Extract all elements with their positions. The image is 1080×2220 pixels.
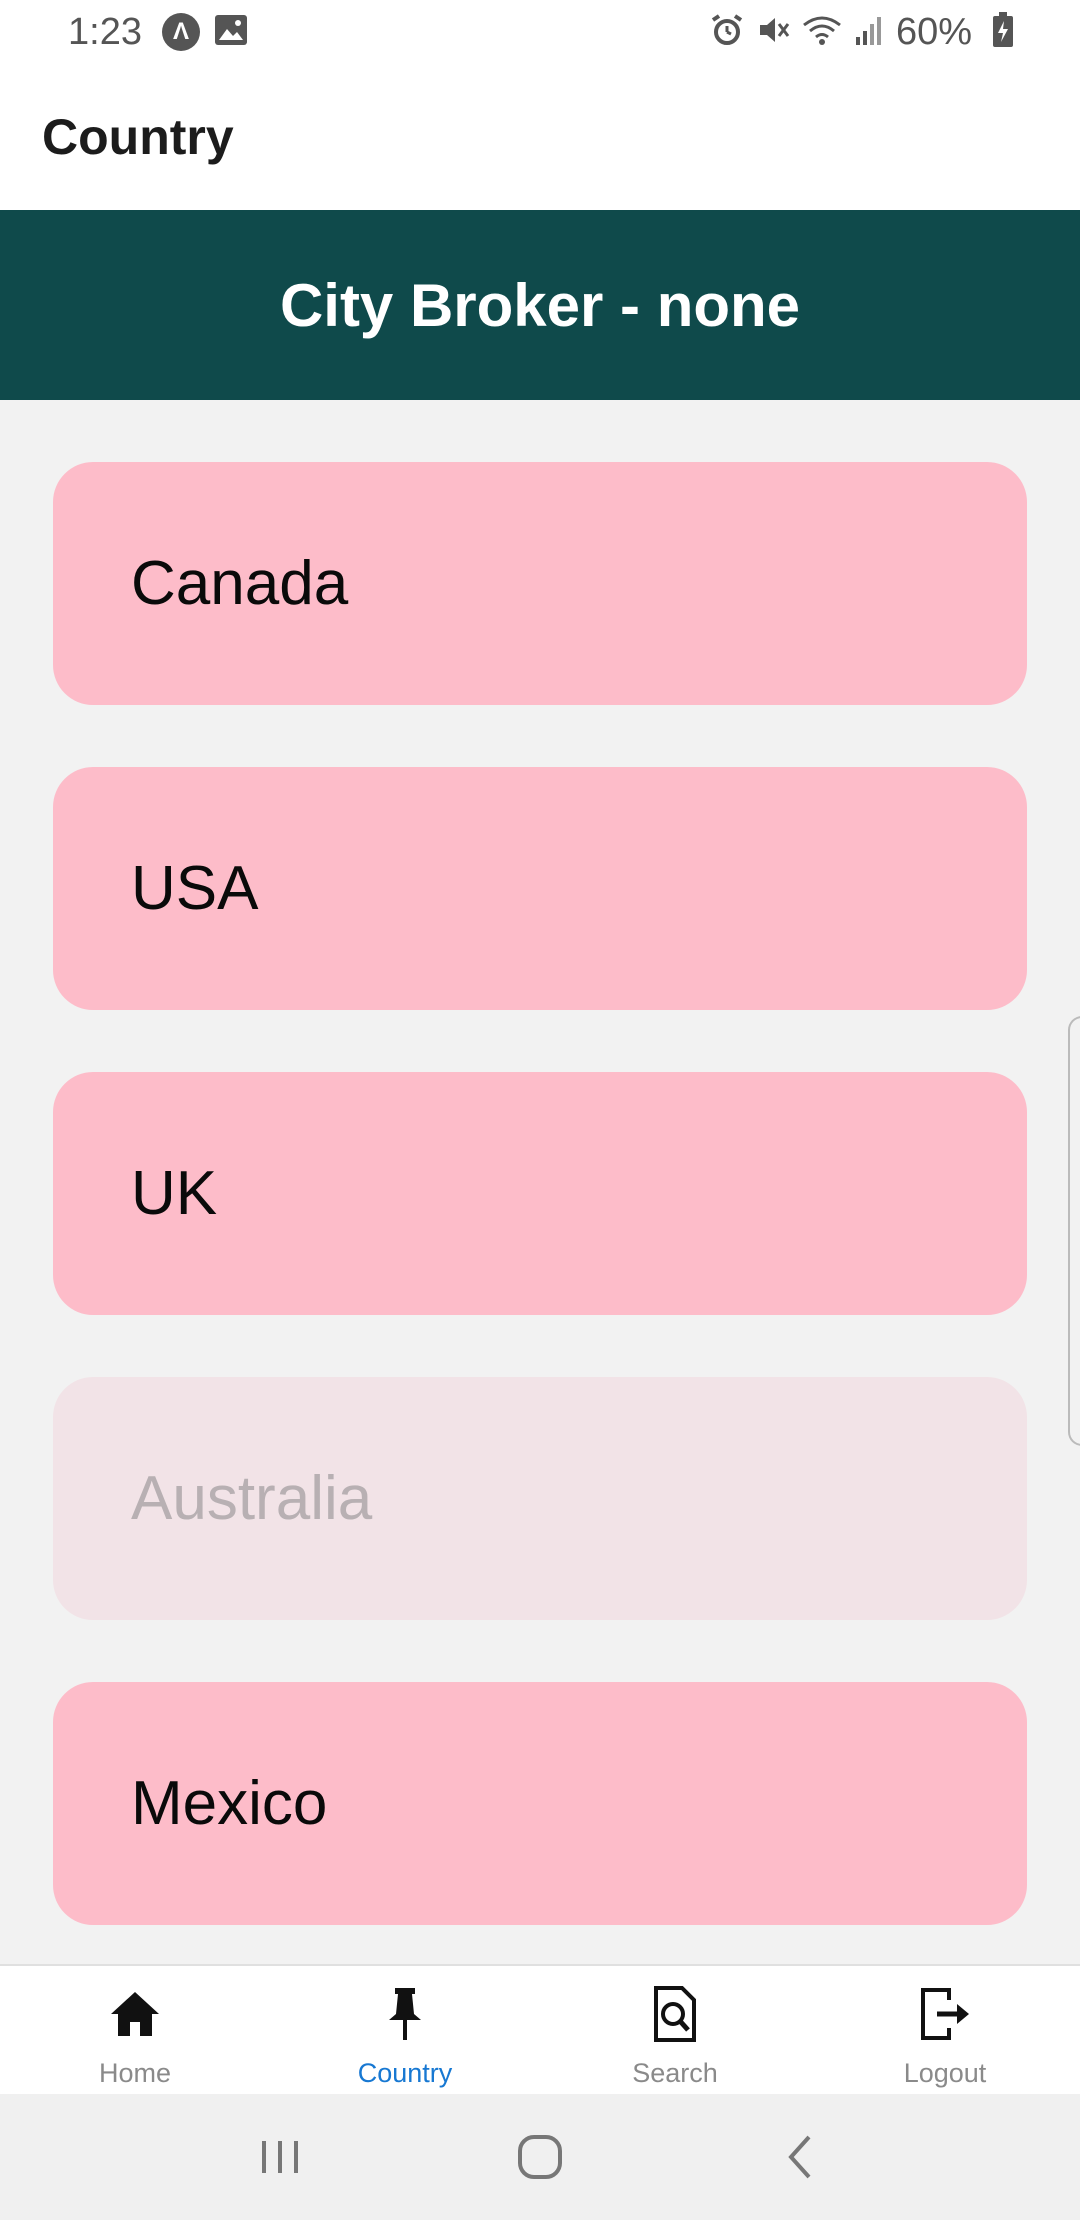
bottom-tab-bar: Home Country Search Logout bbox=[0, 1964, 1080, 2094]
system-nav-bar bbox=[0, 2094, 1080, 2220]
status-right: 60% bbox=[698, 10, 1014, 54]
image-notification-icon bbox=[214, 14, 248, 51]
country-card-uk[interactable]: UK bbox=[53, 1072, 1027, 1315]
country-name: Mexico bbox=[131, 1769, 328, 1838]
signal-icon bbox=[842, 13, 884, 52]
tab-label: Logout bbox=[903, 2058, 987, 2088]
tab-label: Search bbox=[632, 2058, 718, 2088]
battery-charging-icon bbox=[980, 11, 1014, 53]
page-title: Country bbox=[42, 109, 234, 165]
app-notification-icon: Λ bbox=[161, 13, 200, 51]
status-left: 1:23 Λ bbox=[68, 10, 248, 54]
home-icon bbox=[109, 1984, 161, 2044]
wifi-icon bbox=[790, 13, 842, 52]
country-card-usa[interactable]: USA bbox=[53, 767, 1027, 1010]
back-button[interactable] bbox=[760, 2117, 840, 2197]
home-circle-icon bbox=[518, 2135, 562, 2179]
tab-label: Home bbox=[98, 2058, 172, 2088]
app-header: Country bbox=[0, 64, 1080, 210]
country-card-canada[interactable]: Canada bbox=[53, 462, 1027, 705]
banner-title: City Broker - none bbox=[279, 271, 801, 339]
home-button[interactable] bbox=[500, 2117, 580, 2197]
country-name: Australia bbox=[131, 1464, 373, 1533]
tab-search[interactable]: Search bbox=[540, 1966, 810, 2094]
edge-panel-handle[interactable] bbox=[1068, 1016, 1080, 1446]
status-bar: 1:23 Λ 60% bbox=[0, 0, 1080, 64]
alarm-icon bbox=[698, 13, 744, 52]
country-list: Canada USA UK Australia Mexico bbox=[53, 462, 1027, 1987]
tab-logout[interactable]: Logout bbox=[810, 1966, 1080, 2094]
mute-icon bbox=[744, 13, 790, 52]
broker-banner: City Broker - none bbox=[0, 210, 1080, 400]
tab-label: Country bbox=[357, 2058, 453, 2088]
country-card-australia: Australia bbox=[53, 1377, 1027, 1620]
country-card-mexico[interactable]: Mexico bbox=[53, 1682, 1027, 1925]
pin-icon bbox=[385, 1984, 425, 2044]
recent-apps-button[interactable] bbox=[240, 2117, 320, 2197]
country-name: UK bbox=[131, 1159, 218, 1228]
logout-icon bbox=[919, 1984, 971, 2044]
search-document-icon bbox=[652, 1984, 698, 2044]
battery-percent: 60% bbox=[895, 10, 972, 53]
tab-country[interactable]: Country bbox=[270, 1966, 540, 2094]
screen: 1:23 Λ 60% Country City Broker - none Ca… bbox=[0, 0, 1080, 2220]
back-chevron-icon bbox=[788, 2135, 811, 2179]
recent-apps-icon bbox=[262, 2141, 298, 2173]
tab-home[interactable]: Home bbox=[0, 1966, 270, 2094]
country-name: USA bbox=[131, 854, 259, 923]
status-time: 1:23 bbox=[68, 10, 142, 53]
country-name: Canada bbox=[131, 549, 349, 618]
